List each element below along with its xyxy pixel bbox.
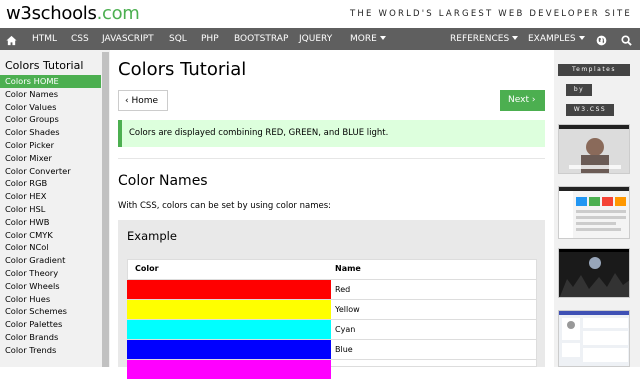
sidebar-item-color-schemes[interactable]: Color Schemes [0, 305, 101, 318]
nav-more-label: MORE [350, 34, 377, 44]
table-header-color: Color [135, 264, 159, 273]
sidebar-item-color-groups[interactable]: Color Groups [0, 113, 101, 126]
color-name-cell: Blue [335, 345, 353, 354]
color-name-cell: Yellow [335, 305, 360, 314]
nav-javascript[interactable]: JAVASCRIPT [102, 28, 154, 50]
sidebar-item-color-palettes[interactable]: Color Palettes [0, 318, 101, 331]
page-title: Colors Tutorial [118, 59, 247, 80]
nav-php[interactable]: PHP [201, 28, 219, 50]
logo-suffix: .com [96, 3, 140, 24]
color-swatch [127, 320, 331, 339]
sidebar-item-color-hwb[interactable]: Color HWB [0, 216, 101, 229]
nav-jquery[interactable]: JQUERY [299, 28, 332, 50]
template-preview-image [559, 311, 629, 366]
templates-label[interactable]: Templates [558, 64, 630, 76]
sidebar-item-color-cmyk[interactable]: Color CMYK [0, 229, 101, 242]
sidebar-item-color-converter[interactable]: Color Converter [0, 165, 101, 178]
sidebar-item-color-names[interactable]: Color Names [0, 88, 101, 101]
sidebar-scrollbar-thumb[interactable] [102, 52, 109, 367]
sidebar-item-color-gradient[interactable]: Color Gradient [0, 254, 101, 267]
nav-references[interactable]: REFERENCES [450, 28, 519, 50]
sidebar-item-color-hsl[interactable]: Color HSL [0, 203, 101, 216]
nav-html[interactable]: HTML [32, 28, 57, 50]
sidebar-item-color-ncol[interactable]: Color NCol [0, 241, 101, 254]
color-swatch [127, 340, 331, 359]
sidebar-item-colors-home[interactable]: Colors HOME [0, 75, 101, 88]
template-thumbnail-4[interactable] [558, 310, 630, 367]
sidebar-item-color-picker[interactable]: Color Picker [0, 139, 101, 152]
templates-w3css-label[interactable]: W3.CSS [566, 104, 614, 116]
chevron-down-icon [512, 36, 519, 40]
sidebar-item-color-values[interactable]: Color Values [0, 101, 101, 114]
color-swatch [127, 280, 331, 299]
sidebar-item-color-hues[interactable]: Color Hues [0, 293, 101, 306]
sidebar-item-color-wheels[interactable]: Color Wheels [0, 280, 101, 293]
template-thumbnail-1[interactable] [558, 124, 630, 174]
top-navbar: HTML CSS JAVASCRIPT SQL PHP BOOTSTRAP JQ… [0, 28, 640, 50]
template-preview-image [559, 125, 629, 173]
nav-bootstrap[interactable]: BOOTSTRAP [234, 28, 288, 50]
color-swatch [127, 300, 331, 319]
nav-css[interactable]: CSS [71, 28, 89, 50]
chevron-right-icon: › [531, 95, 536, 105]
next-button[interactable]: Next › [500, 90, 545, 111]
nav-references-label: REFERENCES [450, 34, 510, 44]
template-preview-image [559, 249, 629, 297]
nav-examples[interactable]: EXAMPLES [528, 28, 585, 50]
note-text: Colors are displayed combining RED, GREE… [129, 128, 389, 138]
sidebar-item-color-trends[interactable]: Color Trends [0, 344, 101, 357]
chevron-down-icon [379, 36, 386, 40]
home-button-label: Home [131, 96, 159, 106]
sidebar-item-color-rgb[interactable]: Color RGB [0, 177, 101, 190]
next-button-label: Next [508, 95, 529, 105]
chevron-down-icon [578, 36, 585, 40]
search-icon[interactable] [621, 33, 632, 46]
sidebar-item-color-brands[interactable]: Color Brands [0, 331, 101, 344]
color-name-cell: Cyan [335, 325, 356, 334]
site-tagline: THE WORLD'S LARGEST WEB DEVELOPER SITE [350, 9, 632, 19]
globe-icon[interactable] [596, 33, 607, 46]
site-logo[interactable]: w3schools.com [6, 2, 140, 26]
nav-examples-label: EXAMPLES [528, 34, 576, 44]
color-name-cell: Red [335, 285, 351, 294]
nav-more[interactable]: MORE [350, 28, 386, 50]
previous-home-button[interactable]: ‹ Home [118, 90, 168, 111]
chevron-left-icon: ‹ [125, 96, 129, 106]
example-title: Example [127, 229, 177, 243]
section-title: Color Names [118, 173, 208, 189]
template-thumbnail-3[interactable] [558, 248, 630, 298]
section-intro: With CSS, colors can be set by using col… [118, 201, 332, 211]
logo-text: w3schools [6, 3, 97, 24]
divider [118, 158, 545, 159]
table-header-name: Name [335, 264, 361, 273]
nav-sql[interactable]: SQL [169, 28, 187, 50]
sidebar-item-color-mixer[interactable]: Color Mixer [0, 152, 101, 165]
template-thumbnail-2[interactable] [558, 186, 630, 239]
templates-by-label[interactable]: by [566, 84, 592, 96]
sidebar-item-color-hex[interactable]: Color HEX [0, 190, 101, 203]
home-icon[interactable] [6, 33, 18, 46]
sidebar-item-color-theory[interactable]: Color Theory [0, 267, 101, 280]
color-swatch [127, 360, 331, 379]
sidebar-title: Colors Tutorial [5, 59, 84, 72]
sidebar-item-color-shades[interactable]: Color Shades [0, 126, 101, 139]
template-preview-image [559, 187, 629, 238]
